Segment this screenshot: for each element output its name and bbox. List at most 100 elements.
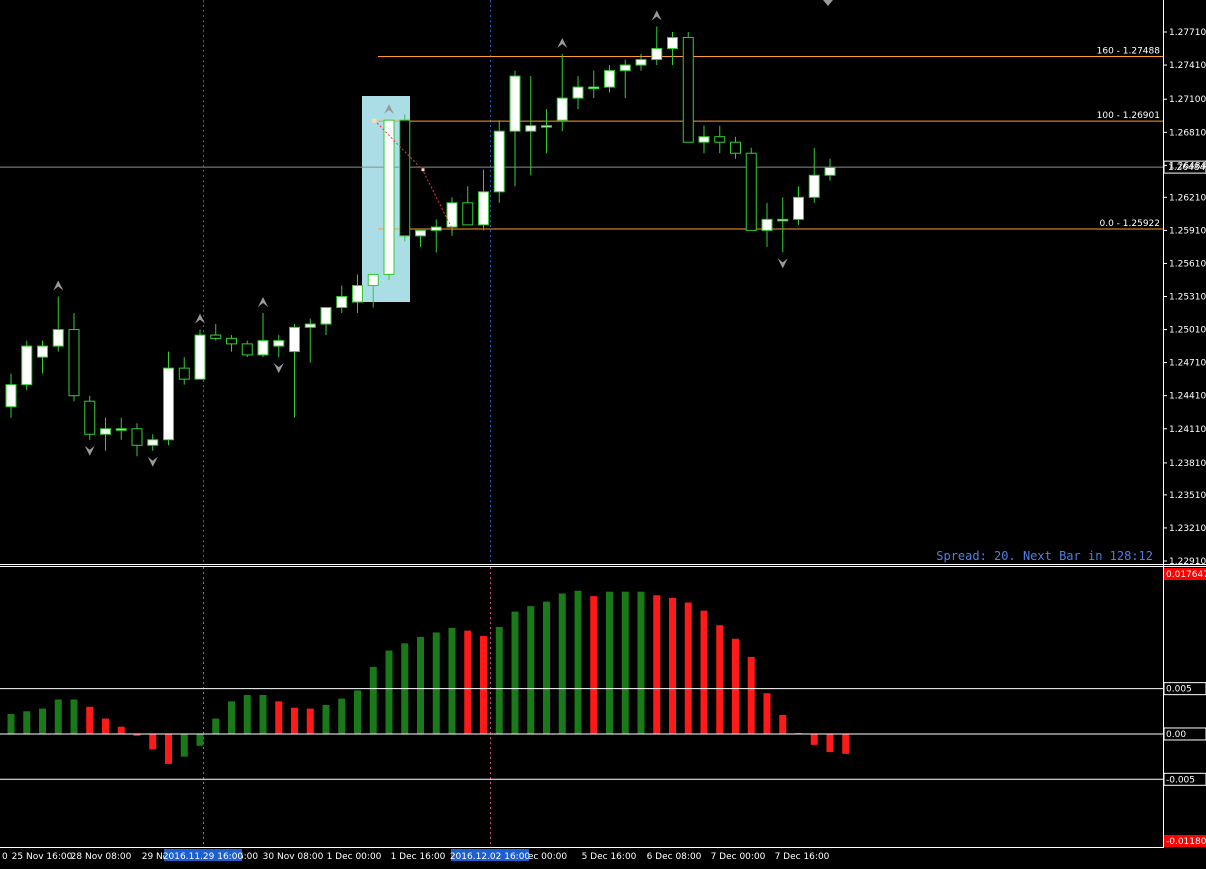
candle-body [651, 48, 663, 61]
candle-body [320, 307, 332, 325]
price-tick-label: 1.27710 [1169, 28, 1206, 38]
histogram-bar [448, 627, 456, 734]
histogram-bar [637, 591, 645, 734]
time-axis-label: 6 Dec 08:00 [647, 852, 702, 862]
histogram-bar [653, 595, 661, 734]
histogram-bar [7, 714, 15, 734]
histogram-bar [732, 638, 739, 734]
candle-body [178, 367, 190, 380]
zigzag-point [421, 168, 425, 172]
histogram-bar [684, 602, 692, 734]
candle [84, 395, 96, 440]
candle-body [415, 229, 426, 237]
price-tick-label: 1.23510 [1169, 491, 1206, 501]
candle-body [446, 202, 458, 228]
histogram-bar [86, 706, 94, 734]
osc-label: -0.005 [1166, 775, 1195, 785]
candle-body [808, 174, 820, 198]
candle [383, 119, 395, 280]
histogram-bar [306, 708, 314, 734]
candle-body [163, 367, 174, 441]
candle-body [619, 64, 631, 72]
histogram-bar [464, 630, 472, 734]
candle-body [572, 86, 584, 99]
histogram-bar [779, 714, 787, 734]
candle-body [730, 141, 741, 154]
histogram-bar [527, 606, 535, 734]
candle-body [226, 337, 237, 345]
histogram-bar [369, 666, 377, 734]
candle-body [462, 202, 474, 226]
candle-body [84, 400, 96, 435]
candle-body [131, 428, 143, 446]
candle-body [289, 326, 300, 353]
histogram-bar [495, 627, 503, 734]
time-axis-label: 7 Dec 16:00 [775, 852, 830, 862]
osc-label: 0.00 [1166, 730, 1186, 740]
candle [745, 147, 757, 231]
candle-body [635, 59, 647, 66]
histogram-bar [354, 690, 361, 734]
candle-body [399, 119, 411, 237]
candle-body [430, 226, 442, 231]
histogram-bar [842, 733, 850, 754]
candle-body [745, 152, 757, 231]
histogram-bar [322, 704, 330, 734]
histogram-bar [70, 699, 78, 734]
time-axis-label: 1 Dec 00:00 [327, 852, 382, 862]
candle-body [509, 75, 521, 132]
fib-level-label: 0.0 - 1.25922 [1100, 219, 1161, 229]
time-axis-label: 30 Nov 08:00 [263, 852, 324, 862]
histogram-bar [543, 601, 550, 734]
candle-body [115, 428, 127, 431]
price-tick-label: 1.24710 [1169, 359, 1206, 369]
candle-body [698, 136, 710, 143]
candle-body [714, 136, 726, 143]
candle [399, 114, 411, 242]
histogram-bar [574, 590, 582, 734]
osc-label: 0.005 [1166, 685, 1192, 695]
time-axis-label: 25 Nov 16:00 [12, 852, 73, 862]
candle-body [478, 191, 489, 226]
histogram-bar [275, 701, 283, 734]
candle-body [304, 323, 316, 328]
candle-body [383, 119, 395, 275]
histogram-bar [606, 591, 613, 734]
candle [194, 329, 206, 380]
candle-body [604, 70, 615, 88]
candle-body [210, 334, 222, 339]
trading-chart[interactable]: 1.26484 160 - 1.27488 100 - 1.26901 0.0 - … [0, 0, 1206, 869]
histogram-bar [558, 593, 566, 734]
candle-body [37, 345, 48, 358]
time-axis-label: 0 [2, 852, 8, 862]
candle [493, 120, 505, 203]
candle [682, 32, 694, 143]
price-tick-label: 1.27100 [1169, 95, 1206, 105]
histogram-bar [700, 610, 708, 734]
candle-body [667, 37, 678, 50]
price-tick-label: 1.23210 [1169, 524, 1206, 534]
candle-body [68, 329, 80, 397]
candle-body [493, 130, 505, 193]
histogram-bar [102, 718, 109, 734]
candle-body [273, 340, 285, 347]
histogram-bar [180, 733, 188, 757]
histogram-bar [243, 694, 251, 734]
histogram-bar [338, 698, 346, 734]
candle-body [588, 86, 600, 90]
candle-body [147, 439, 159, 446]
candle [21, 340, 33, 391]
candle-body [525, 125, 537, 132]
time-axis-label: 5 Dec 16:00 [582, 852, 637, 862]
osc-label: -0.011806 [1166, 837, 1206, 847]
histogram-bar [212, 718, 220, 734]
histogram-bar [165, 733, 172, 764]
price-tick-label: 1.25910 [1169, 226, 1206, 236]
histogram-bar [669, 597, 676, 734]
time-axis-label: 7 Dec 00:00 [711, 852, 766, 862]
histogram-bar [149, 733, 157, 750]
price-tick-label: 1.23810 [1169, 459, 1206, 469]
time-axis-label: 1 Dec 16:00 [391, 852, 446, 862]
candle-body [52, 329, 64, 347]
zigzag-point [372, 118, 377, 123]
